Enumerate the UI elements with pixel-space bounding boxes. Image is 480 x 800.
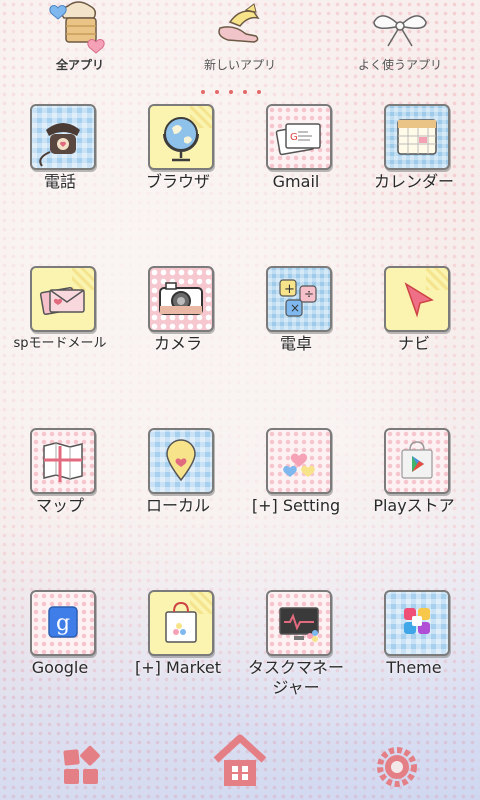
heels-icon [218, 3, 260, 43]
app-label: ブラウザ [145, 172, 210, 191]
tab-all-apps[interactable]: 全アプリ [0, 0, 160, 80]
camera-icon [159, 282, 203, 315]
google-icon: g [48, 606, 78, 638]
mail-icon: G [275, 123, 321, 156]
home-button[interactable] [212, 732, 268, 792]
app-sp-mail[interactable]: spモードメール [0, 266, 120, 416]
grid-squares-icon [63, 745, 100, 784]
location-pin-icon [166, 439, 196, 482]
play-bag-icon [401, 441, 433, 479]
svg-text:g: g [56, 611, 70, 636]
app-navi[interactable]: ナビ [354, 266, 474, 416]
app-market[interactable]: [+] Market [118, 590, 238, 740]
app-label: [+] Market [135, 658, 221, 677]
phone-icon [39, 123, 80, 167]
hearts-balloon-icon [283, 453, 315, 477]
app-label: ローカル [145, 496, 210, 515]
tab-label: よく使うアプリ [357, 58, 442, 72]
app-calendar[interactable]: カレンダー [354, 104, 474, 254]
map-icon [43, 442, 83, 482]
all-apps-button[interactable] [58, 742, 108, 792]
app-label: Playストア [373, 496, 455, 515]
app-gmail[interactable]: G Gmail [236, 104, 356, 254]
app-browser[interactable]: ブラウザ [118, 104, 238, 254]
arrow-pointer-icon [404, 282, 434, 318]
svg-text:÷: ÷ [304, 287, 314, 301]
tab-label: 全アプリ [55, 58, 104, 72]
tab-new-apps[interactable]: 新しいアプリ [160, 0, 320, 80]
envelope-heart-icon [39, 286, 85, 316]
calculator-icon: + ÷ × [279, 279, 317, 317]
globe-icon [163, 117, 199, 162]
app-label: カメラ [153, 334, 202, 353]
app-local[interactable]: ローカル [118, 428, 238, 578]
app-label: spモードメール [13, 336, 107, 351]
app-label: 電話 [43, 172, 76, 191]
app-task-manager[interactable]: タスクマネージャー [236, 590, 356, 740]
app-google[interactable]: g Google [0, 590, 120, 740]
app-label: ナビ [397, 334, 430, 353]
calendar-icon [397, 119, 437, 155]
svg-text:G: G [290, 132, 298, 143]
monitor-icon [279, 607, 319, 642]
app-play-store[interactable]: Playストア [354, 428, 474, 578]
tab-label: 新しいアプリ [203, 58, 276, 72]
app-label: 電卓 [279, 334, 312, 353]
svg-text:+: + [284, 282, 295, 297]
settings-button[interactable] [372, 742, 422, 792]
app-phone[interactable]: 電話 [0, 104, 120, 254]
gear-icon [377, 747, 417, 787]
theme-flower-icon [404, 608, 430, 634]
app-drawer-tabs: 全アプリ 新しいアプリ よく使うアプリ [0, 0, 480, 94]
app-label: Gmail [272, 172, 320, 191]
app-label: タスクマネージャー [247, 658, 344, 697]
dock [0, 734, 480, 800]
app-setting[interactable]: [+] Setting [236, 428, 356, 578]
home-icon [213, 734, 267, 786]
app-theme[interactable]: Theme [354, 590, 474, 740]
app-camera[interactable]: カメラ [118, 266, 238, 416]
app-calculator[interactable]: + ÷ × 電卓 [236, 266, 356, 416]
cupcake-icon [49, 1, 105, 54]
app-label: マップ [35, 496, 84, 515]
page-indicator [196, 79, 288, 94]
shopping-bag-icon [165, 601, 197, 643]
app-label: Google [31, 658, 89, 677]
app-label: [+] Setting [251, 496, 341, 515]
ribbon-icon [373, 15, 427, 47]
app-label: カレンダー [373, 172, 454, 191]
tab-frequent-apps[interactable]: よく使うアプリ [320, 0, 480, 80]
app-map[interactable]: マップ [0, 428, 120, 578]
app-label: Theme [386, 658, 442, 677]
svg-text:×: × [290, 301, 300, 315]
